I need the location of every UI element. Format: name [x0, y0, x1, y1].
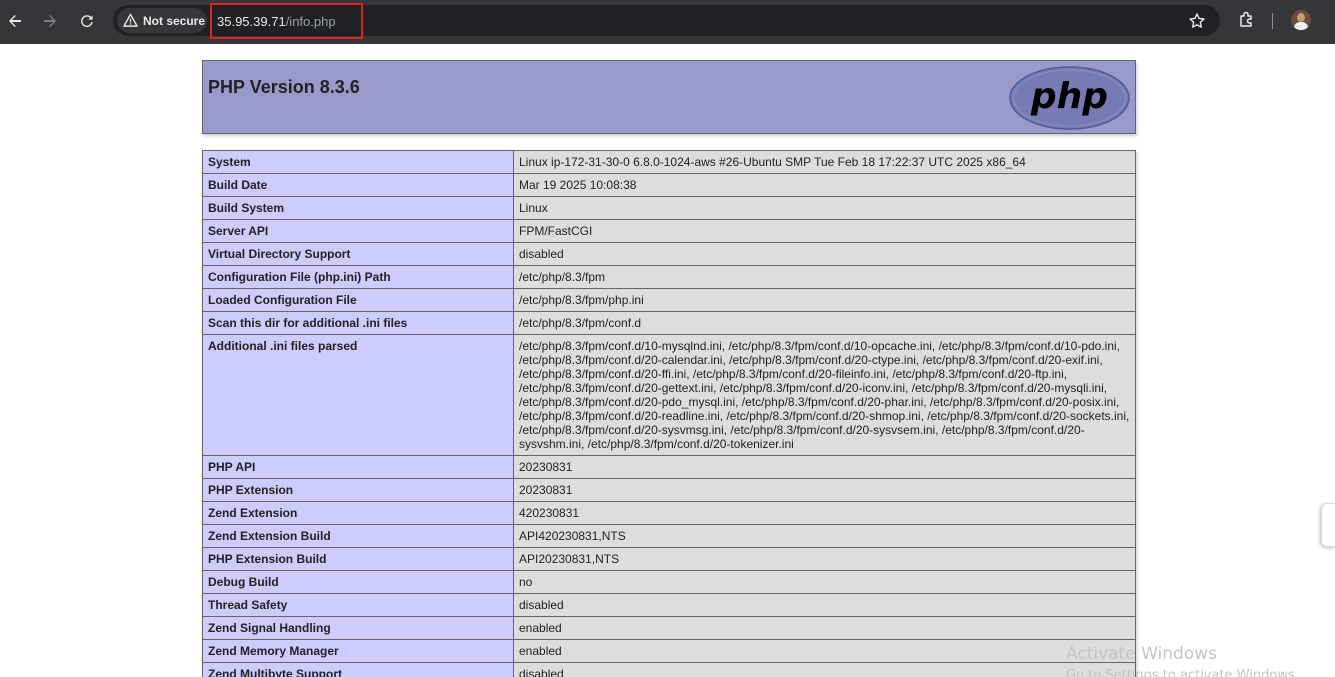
- row-value: FPM/FastCGI: [513, 219, 1136, 243]
- row-value: Mar 19 2025 10:08:38: [513, 173, 1136, 197]
- table-row: Zend Multibyte Support disabled: [202, 662, 1136, 677]
- row-label: Virtual Directory Support: [202, 242, 514, 266]
- row-value: API20230831,NTS: [513, 547, 1136, 571]
- activate-windows-watermark: Activate Windows Go to Settings to activ…: [1066, 644, 1299, 677]
- reload-icon: [81, 15, 93, 28]
- table-row: Zend Extension Build API420230831,NTS: [202, 524, 1136, 548]
- row-label: Thread Safety: [202, 593, 514, 617]
- site-security-chip[interactable]: Not secure: [117, 8, 207, 33]
- phpinfo-table: System Linux ip-172-31-30-0 6.8.0-1024-aw…: [202, 150, 1136, 677]
- row-label: Build System: [202, 196, 514, 220]
- row-value: 20230831: [513, 455, 1136, 479]
- table-row: Zend Extension 420230831: [202, 501, 1136, 525]
- table-row: System Linux ip-172-31-30-0 6.8.0-1024-aw…: [202, 150, 1136, 174]
- avatar[interactable]: [1291, 10, 1311, 30]
- row-label: Loaded Configuration File: [202, 288, 514, 312]
- table-row: Build Date Mar 19 2025 10:08:38: [202, 173, 1136, 197]
- watermark-title: Activate Windows: [1066, 644, 1217, 664]
- row-value: Linux ip-172-31-30-0 6.8.0-1024-aws #26-…: [513, 150, 1136, 174]
- star-icon[interactable]: [1188, 12, 1206, 30]
- row-label: Additional .ini files parsed: [202, 334, 514, 456]
- row-value: disabled: [513, 593, 1136, 617]
- table-row: Server API FPM/FastCGI: [202, 219, 1136, 243]
- row-value: /etc/php/8.3/fpm/conf.d: [513, 311, 1136, 335]
- row-value: API420230831,NTS: [513, 524, 1136, 548]
- table-row: Zend Signal Handling enabled: [202, 616, 1136, 640]
- row-label: Zend Extension: [202, 501, 514, 525]
- forward-button[interactable]: [37, 9, 63, 33]
- row-value: /etc/php/8.3/fpm/php.ini: [513, 288, 1136, 312]
- forward-arrow-icon: [44, 15, 56, 27]
- puzzle-icon[interactable]: [1237, 10, 1257, 30]
- table-row: Additional .ini files parsed/etc/php/8.3…: [202, 334, 1136, 456]
- php-logo: php: [1009, 66, 1130, 130]
- row-label: PHP Extension Build: [202, 547, 514, 571]
- url-path: /info.php: [285, 13, 336, 29]
- page-title: PHP Version 8.3.6: [208, 77, 360, 97]
- address-bar[interactable]: Not secure 35.95.39.71/info.php: [113, 3, 1220, 39]
- table-row: PHP API 20230831: [202, 455, 1136, 479]
- table-row: Scan this dir for additional .ini files /…: [202, 311, 1136, 335]
- row-label: Build Date: [202, 173, 514, 197]
- table-row: Zend Memory Manager enabled: [202, 639, 1136, 663]
- row-label: Zend Extension Build: [202, 524, 514, 548]
- security-label: Not secure: [143, 13, 206, 28]
- back-arrow-icon: [9, 15, 21, 27]
- row-value: no: [513, 570, 1136, 594]
- row-value: /etc/php/8.3/fpm: [513, 265, 1136, 289]
- table-row: PHP Extension 20230831: [202, 478, 1136, 502]
- row-value: 20230831: [513, 478, 1136, 502]
- table-row: Configuration File (php.ini) Path/etc/ph…: [202, 265, 1136, 289]
- table-row: Loaded Configuration File/etc/php/8.3/fp…: [202, 288, 1136, 312]
- row-value: 420230831: [513, 501, 1136, 525]
- php-logo-text: php: [1030, 76, 1108, 117]
- avatar-face: [1297, 13, 1305, 22]
- row-value: Linux: [513, 196, 1136, 220]
- side-panel-tab[interactable]: [1321, 503, 1335, 547]
- back-button[interactable]: [2, 9, 28, 33]
- row-label: Configuration File (php.ini) Path: [202, 265, 514, 289]
- table-row: Thread Safety disabled: [202, 593, 1136, 617]
- watermark-subtitle: Go to Settings to activate Windows.: [1066, 668, 1299, 677]
- browser-toolbar: Not secure 35.95.39.71/info.php: [0, 0, 1335, 44]
- row-label: Zend Memory Manager: [202, 639, 514, 663]
- row-label: Zend Multibyte Support: [202, 662, 514, 677]
- row-value: disabled: [513, 242, 1136, 266]
- warning-triangle-icon: [123, 13, 138, 27]
- table-row: PHP Extension Build API20230831,NTS: [202, 547, 1136, 571]
- phpinfo-header: PHP Version 8.3.6 php: [202, 60, 1136, 134]
- url-text[interactable]: 35.95.39.71/info.php: [210, 3, 363, 39]
- table-row: Debug Build no: [202, 570, 1136, 594]
- row-value: enabled: [513, 639, 1136, 663]
- table-row: Build System Linux: [202, 196, 1136, 220]
- row-label: PHP Extension: [202, 478, 514, 502]
- row-label: Zend Signal Handling: [202, 616, 514, 640]
- reload-button[interactable]: [74, 9, 100, 33]
- url-host: 35.95.39.71: [217, 13, 286, 29]
- row-label: PHP API: [202, 455, 514, 479]
- toolbar-divider: [1272, 13, 1273, 29]
- table-row: Virtual Directory Support disabled: [202, 242, 1136, 266]
- page-content: PHP Version 8.3.6 php System Linux ip-172…: [0, 44, 1335, 677]
- row-value: disabled: [513, 662, 1136, 677]
- row-label: System: [202, 150, 514, 174]
- row-value: /etc/php/8.3/fpm/conf.d/10-mysqlnd.ini, …: [513, 334, 1136, 456]
- row-label: Server API: [202, 219, 514, 243]
- row-value: enabled: [513, 616, 1136, 640]
- row-label: Debug Build: [202, 570, 514, 594]
- avatar-shirt: [1294, 22, 1308, 30]
- row-label: Scan this dir for additional .ini files: [202, 311, 514, 335]
